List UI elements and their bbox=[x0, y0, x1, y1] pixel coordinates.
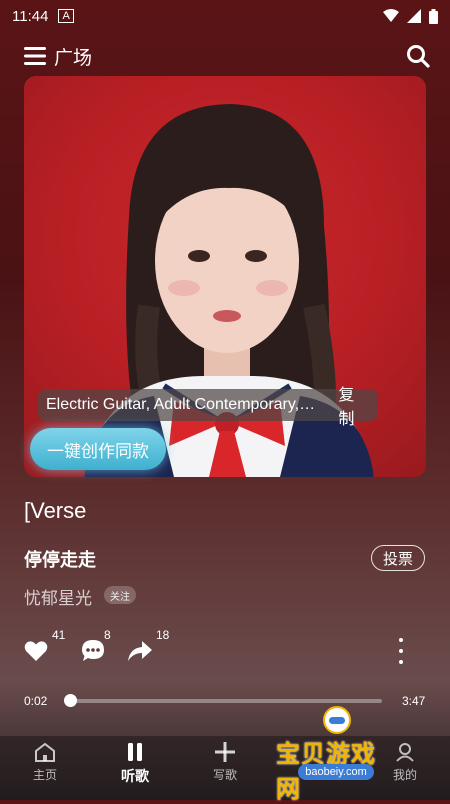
page-title: 广场 bbox=[54, 47, 93, 69]
progress-thumb[interactable] bbox=[64, 694, 77, 707]
profile-icon bbox=[396, 743, 414, 762]
plus-icon bbox=[215, 742, 235, 762]
follow-button[interactable]: 关注 bbox=[104, 586, 136, 604]
nav-write[interactable]: 写歌 bbox=[195, 742, 255, 783]
more-options-icon[interactable] bbox=[396, 638, 406, 664]
nav-write-label: 写歌 bbox=[212, 768, 237, 782]
style-tags-text: Electric Guitar, Adult Contemporary, Pop bbox=[46, 396, 319, 413]
menu-icon[interactable] bbox=[24, 47, 46, 65]
gamepad-logo-icon bbox=[323, 706, 351, 734]
share-count: 18 bbox=[156, 628, 170, 642]
signal-icon bbox=[407, 9, 421, 23]
lyric-line: [Verse bbox=[24, 498, 87, 523]
site-watermark: 宝贝游戏网 baobeiy.com bbox=[276, 706, 396, 803]
nav-listen-label: 听歌 bbox=[121, 768, 149, 784]
comment-icon[interactable] bbox=[81, 639, 105, 663]
song-title: 停停走走 bbox=[24, 550, 96, 570]
top-bar: 广场 bbox=[0, 38, 450, 74]
nav-mine-label: 我的 bbox=[392, 768, 417, 782]
total-time: 3:47 bbox=[402, 694, 426, 708]
artist-name[interactable]: 忧郁星光 bbox=[24, 584, 92, 609]
home-icon bbox=[35, 742, 55, 762]
share-icon[interactable] bbox=[127, 640, 153, 662]
battery-icon bbox=[429, 8, 438, 24]
search-icon[interactable] bbox=[406, 44, 430, 68]
copy-button[interactable]: 复制 bbox=[338, 381, 370, 429]
comment-count: 8 bbox=[104, 628, 111, 642]
progress-track[interactable] bbox=[70, 699, 382, 703]
wifi-icon bbox=[383, 9, 399, 22]
create-same-button[interactable]: 一键创作同款 bbox=[30, 428, 166, 470]
pause-icon bbox=[128, 743, 142, 761]
watermark-url: baobeiy.com bbox=[298, 764, 374, 780]
vote-button[interactable]: 投票 bbox=[371, 545, 425, 571]
nav-home-label: 主页 bbox=[32, 768, 57, 782]
nav-home[interactable]: 主页 bbox=[15, 742, 75, 783]
status-bar: 11:44 A bbox=[0, 0, 450, 32]
current-time: 0:02 bbox=[24, 694, 48, 708]
like-icon[interactable] bbox=[24, 640, 48, 662]
style-tags-pill: Electric Guitar, Adult Contemporary, Pop… bbox=[38, 387, 378, 428]
status-time: 11:44 bbox=[12, 7, 49, 25]
notification-icon: A bbox=[58, 9, 74, 23]
like-count: 41 bbox=[52, 628, 66, 642]
nav-listen[interactable]: 听歌 bbox=[105, 742, 165, 786]
